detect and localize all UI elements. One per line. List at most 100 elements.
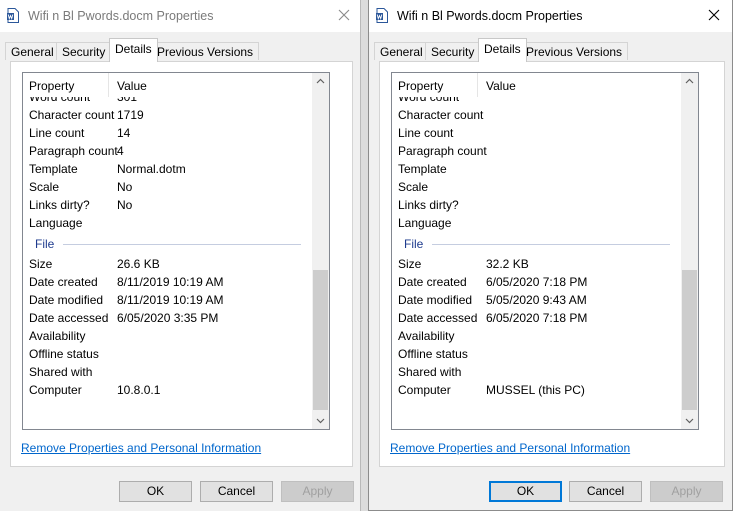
scrollbar-thumb[interactable] xyxy=(313,270,328,410)
list-header: Property Value xyxy=(23,73,312,97)
property-row[interactable]: Template xyxy=(392,160,681,178)
title-bar[interactable]: Wifi n Bl Pwords.docm Properties xyxy=(0,0,360,32)
property-row[interactable]: Language xyxy=(23,214,312,232)
property-row[interactable]: Size 26.6 KB xyxy=(23,255,312,273)
section-label: File xyxy=(404,237,424,251)
property-row[interactable]: Date accessed 6/05/2020 7:18 PM xyxy=(392,309,681,327)
section-divider xyxy=(63,244,301,245)
close-icon[interactable] xyxy=(336,7,352,23)
property-value: 8/11/2019 10:19 AM xyxy=(117,293,224,307)
property-row[interactable]: Line count 14 xyxy=(23,124,312,142)
tab-security[interactable]: Security xyxy=(425,42,481,60)
property-row[interactable]: Links dirty? xyxy=(392,196,681,214)
column-divider[interactable] xyxy=(477,73,478,97)
property-row[interactable]: Language xyxy=(392,214,681,232)
vertical-scrollbar[interactable] xyxy=(312,73,329,429)
title-bar[interactable]: Wifi n Bl Pwords.docm Properties xyxy=(369,0,732,32)
property-row[interactable]: Scale No xyxy=(23,178,312,196)
property-value: 6/05/2020 7:18 PM xyxy=(486,275,588,289)
property-name: Language xyxy=(29,216,83,230)
property-row[interactable]: Links dirty? No xyxy=(23,196,312,214)
tab-general[interactable]: General xyxy=(374,42,429,60)
property-name: Availability xyxy=(29,329,86,343)
property-name: Size xyxy=(398,257,422,271)
property-value: MUSSEL (this PC) xyxy=(486,383,585,397)
property-value: 10.8.0.1 xyxy=(117,383,161,397)
properties-list[interactable]: Word count Character count Line count Pa… xyxy=(391,72,699,430)
scroll-down-arrow-icon[interactable] xyxy=(312,412,329,429)
tab-general[interactable]: General xyxy=(5,42,60,60)
property-row[interactable]: Date accessed 6/05/2020 3:35 PM xyxy=(23,309,312,327)
cancel-button[interactable]: Cancel xyxy=(569,481,642,502)
property-row[interactable]: Availability xyxy=(23,327,312,345)
property-name: Date accessed xyxy=(398,311,478,325)
property-row[interactable]: Shared with xyxy=(23,363,312,381)
apply-button[interactable]: Apply xyxy=(281,481,354,502)
property-value: 4 xyxy=(117,144,124,158)
tab-security[interactable]: Security xyxy=(56,42,112,60)
ok-button[interactable]: OK xyxy=(489,481,562,502)
scroll-up-arrow-icon[interactable] xyxy=(681,73,698,90)
column-divider[interactable] xyxy=(108,73,109,97)
property-value: 8/11/2019 10:19 AM xyxy=(117,275,224,289)
file-section-header: File xyxy=(392,235,681,253)
property-row[interactable]: Size 32.2 KB xyxy=(392,255,681,273)
property-name: Links dirty? xyxy=(398,198,459,212)
remove-properties-link[interactable]: Remove Properties and Personal Informati… xyxy=(21,441,261,455)
column-header-property[interactable]: Property xyxy=(29,79,74,93)
property-value: 14 xyxy=(117,126,131,140)
column-header-value[interactable]: Value xyxy=(486,79,516,93)
property-row[interactable]: Character count xyxy=(392,106,681,124)
property-name: Template xyxy=(398,162,447,176)
property-row[interactable]: Date modified 8/11/2019 10:19 AM xyxy=(23,291,312,309)
property-row[interactable]: Paragraph count xyxy=(392,142,681,160)
properties-dialog-left: Wifi n Bl Pwords.docm Properties General… xyxy=(0,0,361,511)
property-row[interactable]: Availability xyxy=(392,327,681,345)
column-header-property[interactable]: Property xyxy=(398,79,443,93)
property-row[interactable]: Scale xyxy=(392,178,681,196)
window-title: Wifi n Bl Pwords.docm Properties xyxy=(397,9,583,23)
property-value: 5/05/2020 9:43 AM xyxy=(486,293,587,307)
vertical-scrollbar[interactable] xyxy=(681,73,698,429)
property-name: Offline status xyxy=(398,347,468,361)
property-row[interactable]: Date created 8/11/2019 10:19 AM xyxy=(23,273,312,291)
property-row[interactable]: Shared with xyxy=(392,363,681,381)
property-row[interactable]: Character count 1719 xyxy=(23,106,312,124)
scroll-down-arrow-icon[interactable] xyxy=(681,412,698,429)
word-document-icon xyxy=(7,8,19,23)
property-name: Template xyxy=(29,162,78,176)
property-row[interactable]: Offline status xyxy=(392,345,681,363)
close-icon[interactable] xyxy=(706,7,722,23)
remove-properties-link[interactable]: Remove Properties and Personal Informati… xyxy=(390,441,630,455)
property-row[interactable]: Computer 10.8.0.1 xyxy=(23,381,312,399)
property-row[interactable]: Template Normal.dotm xyxy=(23,160,312,178)
property-name: Line count xyxy=(29,126,85,140)
tab-details[interactable]: Details xyxy=(109,38,158,62)
property-value: 26.6 KB xyxy=(117,257,160,271)
property-row[interactable]: Date modified 5/05/2020 9:43 AM xyxy=(392,291,681,309)
property-row[interactable]: Paragraph count 4 xyxy=(23,142,312,160)
properties-list[interactable]: Word count 301 Character count 1719 Line… xyxy=(22,72,330,430)
property-name: Availability xyxy=(398,329,455,343)
property-name: Date modified xyxy=(29,293,104,307)
list-header: Property Value xyxy=(392,73,681,97)
property-row[interactable]: Computer MUSSEL (this PC) xyxy=(392,381,681,399)
tab-previous-versions[interactable]: Previous Versions xyxy=(151,42,260,60)
property-name: Character count xyxy=(398,108,484,122)
property-row[interactable]: Offline status xyxy=(23,345,312,363)
tab-details[interactable]: Details xyxy=(478,38,527,62)
property-row[interactable]: Line count xyxy=(392,124,681,142)
property-name: Scale xyxy=(398,180,429,194)
column-header-value[interactable]: Value xyxy=(117,79,147,93)
property-name: Language xyxy=(398,216,452,230)
apply-button[interactable]: Apply xyxy=(650,481,723,502)
scrollbar-thumb[interactable] xyxy=(682,270,697,410)
ok-button[interactable]: OK xyxy=(119,481,192,502)
scroll-up-arrow-icon[interactable] xyxy=(312,73,329,90)
property-name: Character count xyxy=(29,108,115,122)
details-tab-panel: Word count 301 Character count 1719 Line… xyxy=(10,61,353,467)
tab-previous-versions[interactable]: Previous Versions xyxy=(520,42,629,60)
property-value: No xyxy=(117,198,133,212)
property-row[interactable]: Date created 6/05/2020 7:18 PM xyxy=(392,273,681,291)
cancel-button[interactable]: Cancel xyxy=(200,481,273,502)
